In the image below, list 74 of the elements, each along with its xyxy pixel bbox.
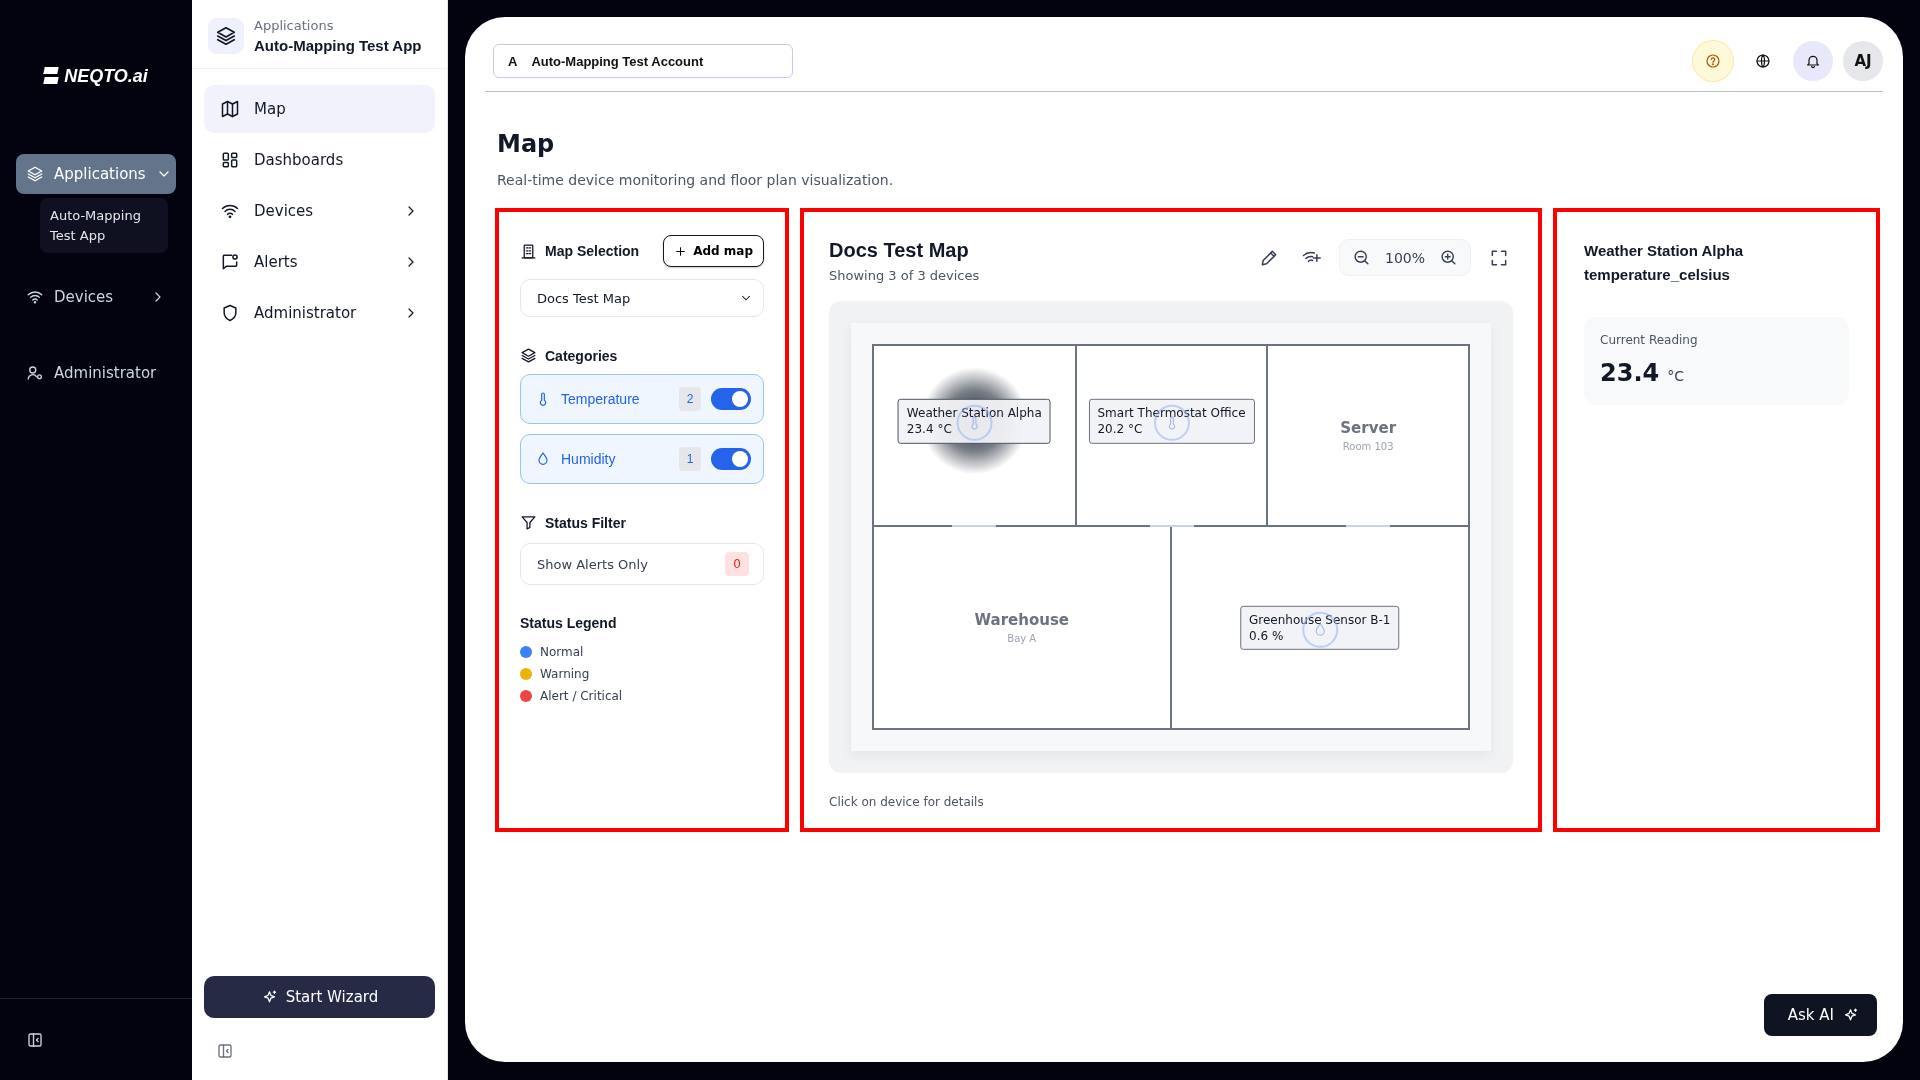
zoom-in-icon <box>1439 248 1458 267</box>
notifications-button[interactable] <box>1793 41 1833 81</box>
grid-icon <box>220 150 240 170</box>
map-title: Docs Test Map <box>829 239 970 262</box>
alerts-only-filter[interactable]: Show Alerts Only 0 <box>520 543 764 585</box>
sidebar-item[interactable]: Devices <box>204 187 435 235</box>
user-icon <box>26 364 44 382</box>
layers-icon <box>520 347 537 364</box>
building-icon <box>520 242 537 260</box>
section-title: Status Legend <box>520 615 618 631</box>
nav-item[interactable]: Applications <box>16 154 176 194</box>
room-subtitle: Bay A <box>1007 633 1037 645</box>
room-subtitle: Room 103 <box>1342 441 1394 453</box>
sidebar-item[interactable]: Alerts <box>204 238 435 286</box>
category-count: 1 <box>679 447 701 471</box>
legend-label: Normal <box>540 645 584 659</box>
map-icon <box>220 99 240 119</box>
sidebar-item[interactable]: Dashboards <box>204 136 435 184</box>
globe-icon <box>1755 53 1771 69</box>
plus-icon <box>674 244 688 258</box>
help-icon <box>1705 53 1721 69</box>
map-dropdown[interactable]: Docs Test Map <box>520 279 764 317</box>
page-subtitle: Real-time device monitoring and floor plan visualization. <box>497 172 895 188</box>
category-label: Temperature <box>561 391 641 407</box>
section-title: Status Filter <box>520 514 764 531</box>
layers-icon <box>26 165 44 183</box>
nav-subitem[interactable]: Auto-Mapping Test App <box>40 198 168 253</box>
category-row[interactable]: Temperature 2 <box>520 374 764 424</box>
category-toggle[interactable] <box>711 388 751 410</box>
room-name: Warehouse <box>974 611 1069 630</box>
filter-icon <box>520 514 537 531</box>
drop-icon <box>535 451 551 467</box>
section-title: Categories <box>520 347 764 364</box>
alert-icon <box>220 252 240 272</box>
category-count: 2 <box>679 387 701 411</box>
help-button[interactable] <box>1693 41 1733 81</box>
device-title: Weather Station Alpha temperature_celsius <box>1584 241 1745 285</box>
sidebar-item[interactable]: Map <box>204 85 435 133</box>
map-hint: Click on device for details <box>829 795 985 809</box>
category-label: Humidity <box>561 451 617 467</box>
layers-icon <box>215 25 237 47</box>
device-label[interactable]: Weather Station Alpha 23.4 °C <box>897 399 1051 444</box>
shield-icon <box>220 303 240 323</box>
device-count: Showing 3 of 3 devices <box>829 268 980 283</box>
reading-value: 23.4 <box>1600 359 1660 387</box>
legend-label: Warning <box>540 667 590 681</box>
page-title: Map <box>497 130 556 158</box>
context-label: Applications <box>254 18 335 33</box>
start-wizard-button[interactable]: Start Wizard <box>204 976 435 1018</box>
zoom-level: 100% <box>1384 249 1425 266</box>
legend-label: Alert / Critical <box>540 689 623 703</box>
logo-icon <box>44 67 59 85</box>
app-name: Auto-Mapping Test App <box>254 37 422 54</box>
ask-ai-button[interactable]: Ask AI <box>1763 994 1877 1036</box>
device-label[interactable]: Greenhouse Sensor B-1 0.6 % <box>1240 605 1400 650</box>
zoom-out-icon <box>1351 248 1371 267</box>
account-selector[interactable]: A Auto-Mapping Test Account <box>493 44 793 78</box>
reading-unit: °C <box>1667 368 1684 384</box>
sidebar-item[interactable]: Administrator <box>204 289 435 337</box>
wifi-icon <box>26 288 44 306</box>
collapse-icon <box>26 1030 44 1049</box>
add-map-button[interactable]: Add map <box>663 235 764 267</box>
nav-item[interactable]: Devices <box>16 277 176 317</box>
room-name: Server <box>1340 419 1397 438</box>
reading-label: Current Reading <box>1600 333 1699 347</box>
user-avatar[interactable]: AJ <box>1843 41 1883 81</box>
category-toggle[interactable] <box>711 448 751 470</box>
nav-item[interactable]: Administrator <box>16 353 176 393</box>
bell-icon <box>1805 53 1821 69</box>
device-label[interactable]: Smart Thermostat Office 20.2 °C <box>1088 399 1255 444</box>
collapse-icon <box>216 1042 234 1060</box>
section-title: Map Selection <box>520 242 640 260</box>
category-row[interactable]: Humidity 1 <box>520 434 764 484</box>
logo: NEQTO.ai <box>64 65 148 87</box>
